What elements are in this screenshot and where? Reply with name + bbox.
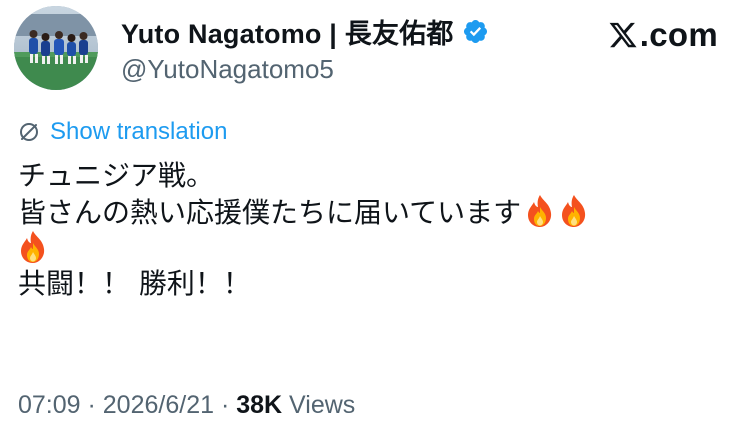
avatar[interactable] <box>14 6 98 90</box>
tweet-text: チュニジア戦。 皆さんの熱い応援僕たちに届いています 共闘！！ 勝利！！ <box>18 158 730 302</box>
author-name-row[interactable]: Yuto Nagatomo | 長友佑都 <box>121 13 489 49</box>
tweet-card: Yuto Nagatomo | 長友佑都 @YutoNagatomo5 .com… <box>0 0 750 433</box>
tweet-line-emoji-only <box>18 230 730 266</box>
tweet-line: チュニジア戦。 <box>18 159 215 192</box>
source-logo: .com <box>608 16 718 54</box>
views-count[interactable]: 38K <box>236 391 282 419</box>
x-logo-icon <box>608 20 638 50</box>
views-label: Views <box>282 391 356 419</box>
fire-emoji-icon <box>559 194 589 228</box>
source-domain: .com <box>639 16 718 53</box>
meta-separator: · <box>214 391 237 419</box>
tweet-time[interactable]: 07:09 <box>18 391 81 419</box>
verified-badge-icon[interactable] <box>462 18 489 45</box>
tweet-line: 皆さんの熱い応援僕たちに届いています <box>18 196 522 229</box>
translate-icon <box>18 121 40 143</box>
tweet-date[interactable]: 2026/6/21 <box>103 391 214 419</box>
meta-separator: · <box>80 391 103 419</box>
tweet-meta: 07:09 · 2026/6/21 · 38K Views <box>18 391 355 420</box>
show-translation-button[interactable]: Show translation <box>18 118 227 146</box>
tweet-line: 共闘！！ 勝利！！ <box>18 267 251 300</box>
author-handle[interactable]: @YutoNagatomo5 <box>121 54 334 85</box>
tweet-line-with-emoji: 皆さんの熱い応援僕たちに届いています <box>18 194 730 230</box>
fire-emoji-icon <box>18 230 48 264</box>
fire-emoji-icon <box>525 194 555 228</box>
author-display-name[interactable]: Yuto Nagatomo | 長友佑都 <box>121 12 454 51</box>
show-translation-label[interactable]: Show translation <box>50 118 227 146</box>
